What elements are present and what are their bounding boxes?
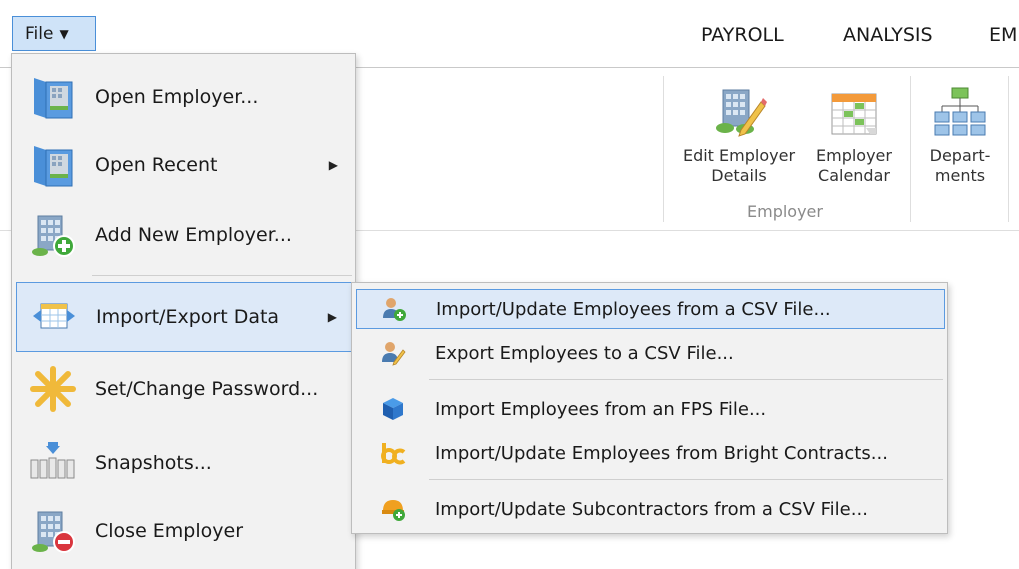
file-menu-button[interactable]: File ▼: [12, 16, 96, 51]
fps-cube-icon: [380, 396, 406, 422]
export-employee-csv-icon: [380, 340, 406, 366]
departments-icon: [934, 87, 986, 136]
password-icon: [30, 366, 76, 412]
subcontractor-icon: [380, 496, 406, 522]
submenu-item-import-subcontractors[interactable]: Import/Update Subcontractors from a CSV …: [356, 489, 945, 529]
tab-employees[interactable]: EM: [989, 24, 1017, 46]
tab-payroll[interactable]: PAYROLL: [701, 24, 784, 46]
menu-item-label: Close Employer: [95, 520, 244, 542]
submenu-item-label: Import/Update Employees from a CSV File.…: [436, 298, 831, 320]
submenu-item-export-employees-csv[interactable]: Export Employees to a CSV File...: [356, 333, 945, 373]
add-employer-icon: [30, 212, 76, 258]
menu-item-set-change-password[interactable]: Set/Change Password...: [16, 358, 352, 420]
menu-item-close-employer[interactable]: Close Employer: [16, 500, 352, 562]
menu-item-import-export-data[interactable]: Import/Export Data ▶: [16, 282, 352, 352]
calendar-line2: Calendar: [818, 166, 890, 185]
departments-line1: Depart-: [929, 146, 991, 165]
import-employee-csv-icon: [381, 296, 407, 322]
submenu-arrow-icon: ▶: [328, 158, 338, 172]
menu-separator: [429, 379, 943, 380]
import-export-submenu: Import/Update Employees from a CSV File.…: [351, 282, 948, 534]
menu-item-add-new-employer[interactable]: Add New Employer...: [16, 204, 352, 266]
caret-down-icon: ▼: [59, 26, 69, 41]
submenu-item-import-employees-csv[interactable]: Import/Update Employees from a CSV File.…: [356, 289, 945, 329]
departments-line2: ments: [934, 166, 986, 185]
open-recent-icon: [30, 142, 76, 188]
edit-employer-details-button[interactable]: Edit Employer Details: [677, 84, 801, 186]
submenu-item-bright-contracts[interactable]: Import/Update Employees from Bright Cont…: [356, 433, 945, 473]
snapshots-icon: [30, 440, 76, 486]
close-employer-icon: [30, 508, 76, 554]
edit-employer-line1: Edit Employer: [682, 146, 796, 165]
ribbon-divider: [910, 76, 911, 222]
employer-calendar-button[interactable]: Employer Calendar: [808, 84, 900, 186]
menu-item-label: Add New Employer...: [95, 224, 292, 246]
submenu-item-label: Import/Update Employees from Bright Cont…: [435, 442, 888, 464]
departments-button[interactable]: Depart- ments: [920, 84, 1000, 186]
menu-item-label: Import/Export Data: [96, 306, 280, 328]
menu-separator: [429, 479, 943, 480]
menu-item-open-recent[interactable]: Open Recent ▶: [16, 134, 352, 196]
menu-separator: [92, 275, 352, 276]
open-employer-icon: [30, 74, 76, 120]
calendar-line1: Employer: [816, 146, 892, 165]
menu-item-label: Set/Change Password...: [95, 378, 319, 400]
submenu-item-label: Import/Update Subcontractors from a CSV …: [435, 498, 868, 520]
submenu-item-import-fps[interactable]: Import Employees from an FPS File...: [356, 389, 945, 429]
edit-employer-line2: Details: [711, 166, 767, 185]
menu-item-open-employer[interactable]: Open Employer...: [16, 66, 352, 128]
submenu-item-label: Export Employees to a CSV File...: [435, 342, 734, 364]
submenu-arrow-icon: ▶: [327, 310, 337, 324]
bright-contracts-icon: [380, 440, 406, 466]
menu-item-snapshots[interactable]: Snapshots...: [16, 432, 352, 494]
tab-analysis[interactable]: ANALYSIS: [843, 24, 933, 46]
import-export-icon: [31, 294, 77, 340]
calendar-icon: [831, 93, 877, 135]
menu-item-label: Open Recent: [95, 154, 218, 176]
group-label-employer: Employer: [747, 202, 823, 221]
menu-item-label: Open Employer...: [95, 86, 259, 108]
ribbon-divider: [663, 76, 664, 222]
menu-item-label: Snapshots...: [95, 452, 212, 474]
file-label: File: [25, 23, 54, 44]
file-menu: Open Employer... Open Recent ▶ Add New E…: [11, 53, 356, 569]
submenu-item-label: Import Employees from an FPS File...: [435, 398, 767, 420]
ribbon-divider: [1008, 76, 1009, 222]
app-window: File ▼ PAYROLL ANALYSIS EM Edit Employer: [0, 0, 1019, 569]
edit-employer-icon: [716, 89, 767, 137]
